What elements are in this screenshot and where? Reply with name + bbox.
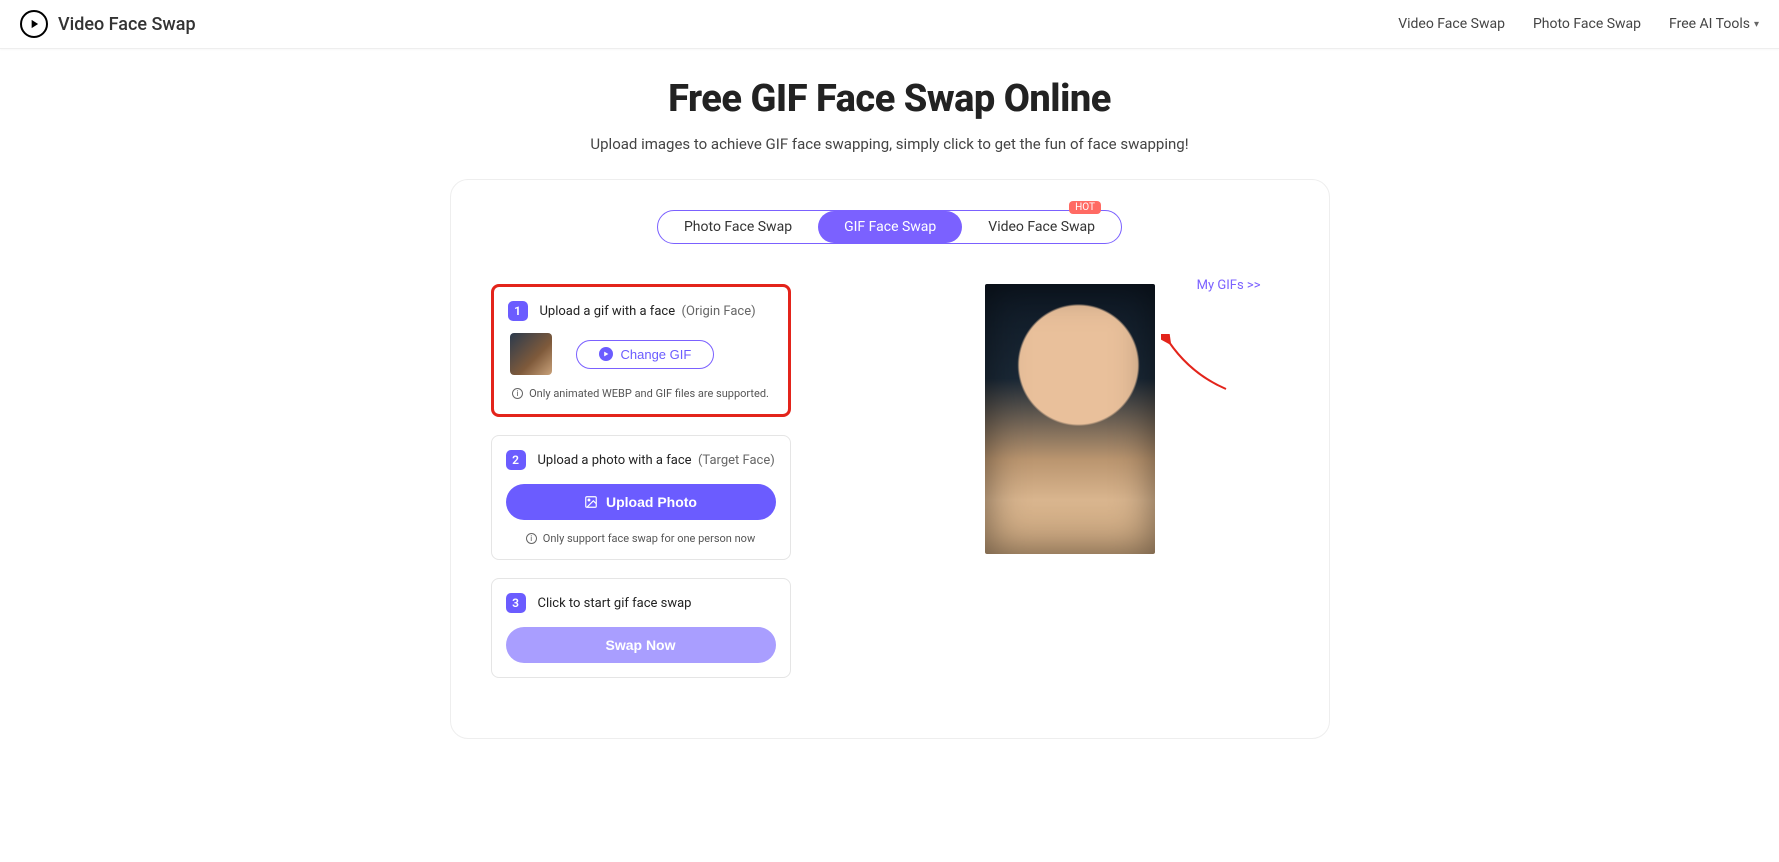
steps-column: 1 Upload a gif with a face (Origin Face)…: [491, 284, 791, 678]
info-icon: i: [526, 533, 537, 544]
play-icon: [599, 347, 613, 361]
info-icon: i: [512, 388, 523, 399]
image-icon: [584, 495, 598, 509]
step-1-note: i Only animated WEBP and GIF files are s…: [508, 387, 774, 400]
gif-thumbnail[interactable]: [510, 333, 552, 375]
brand: Video Face Swap: [20, 10, 196, 38]
step-3-label: Click to start gif face swap: [538, 596, 692, 611]
content-columns: 1 Upload a gif with a face (Origin Face)…: [491, 284, 1289, 678]
step-1: 1 Upload a gif with a face (Origin Face)…: [491, 284, 791, 417]
upload-photo-button[interactable]: Upload Photo: [506, 484, 776, 520]
step-3: 3 Click to start gif face swap Swap Now: [491, 578, 791, 678]
step-3-number: 3: [506, 593, 526, 613]
nav-photo-face-swap[interactable]: Photo Face Swap: [1533, 16, 1641, 32]
annotation-arrow-icon: [1161, 334, 1231, 394]
step-2-number: 2: [506, 450, 526, 470]
gif-preview: [985, 284, 1155, 554]
step-1-number: 1: [508, 301, 528, 321]
tabs: Photo Face Swap GIF Face Swap Video Face…: [491, 210, 1289, 244]
chevron-down-icon: ▾: [1754, 19, 1759, 30]
nav-video-face-swap[interactable]: Video Face Swap: [1398, 16, 1505, 32]
nav-free-ai-tools[interactable]: Free AI Tools▾: [1669, 16, 1759, 32]
tab-photo-face-swap[interactable]: Photo Face Swap: [658, 211, 818, 243]
preview-column: My GIFs >>: [851, 284, 1289, 678]
top-nav: Video Face Swap Photo Face Swap Free AI …: [1398, 16, 1759, 32]
brand-title: Video Face Swap: [58, 14, 196, 35]
tab-gif-face-swap[interactable]: GIF Face Swap: [818, 211, 962, 243]
hot-badge: HOT: [1069, 201, 1101, 214]
page: Free GIF Face Swap Online Upload images …: [0, 49, 1779, 779]
main-card: Photo Face Swap GIF Face Swap Video Face…: [450, 179, 1330, 739]
my-gifs-link[interactable]: My GIFs >>: [1197, 278, 1261, 293]
brand-logo-icon: [20, 10, 48, 38]
step-2-label: Upload a photo with a face (Target Face): [538, 453, 775, 468]
page-subtitle: Upload images to achieve GIF face swappi…: [20, 135, 1759, 153]
change-gif-button[interactable]: Change GIF: [576, 340, 715, 369]
swap-now-button[interactable]: Swap Now: [506, 627, 776, 663]
page-title: Free GIF Face Swap Online: [20, 77, 1759, 121]
step-2: 2 Upload a photo with a face (Target Fac…: [491, 435, 791, 560]
tab-video-face-swap[interactable]: Video Face Swap HOT: [962, 211, 1121, 243]
step-1-label: Upload a gif with a face (Origin Face): [540, 304, 756, 319]
header: Video Face Swap Video Face Swap Photo Fa…: [0, 0, 1779, 49]
step-2-note: i Only support face swap for one person …: [506, 532, 776, 545]
